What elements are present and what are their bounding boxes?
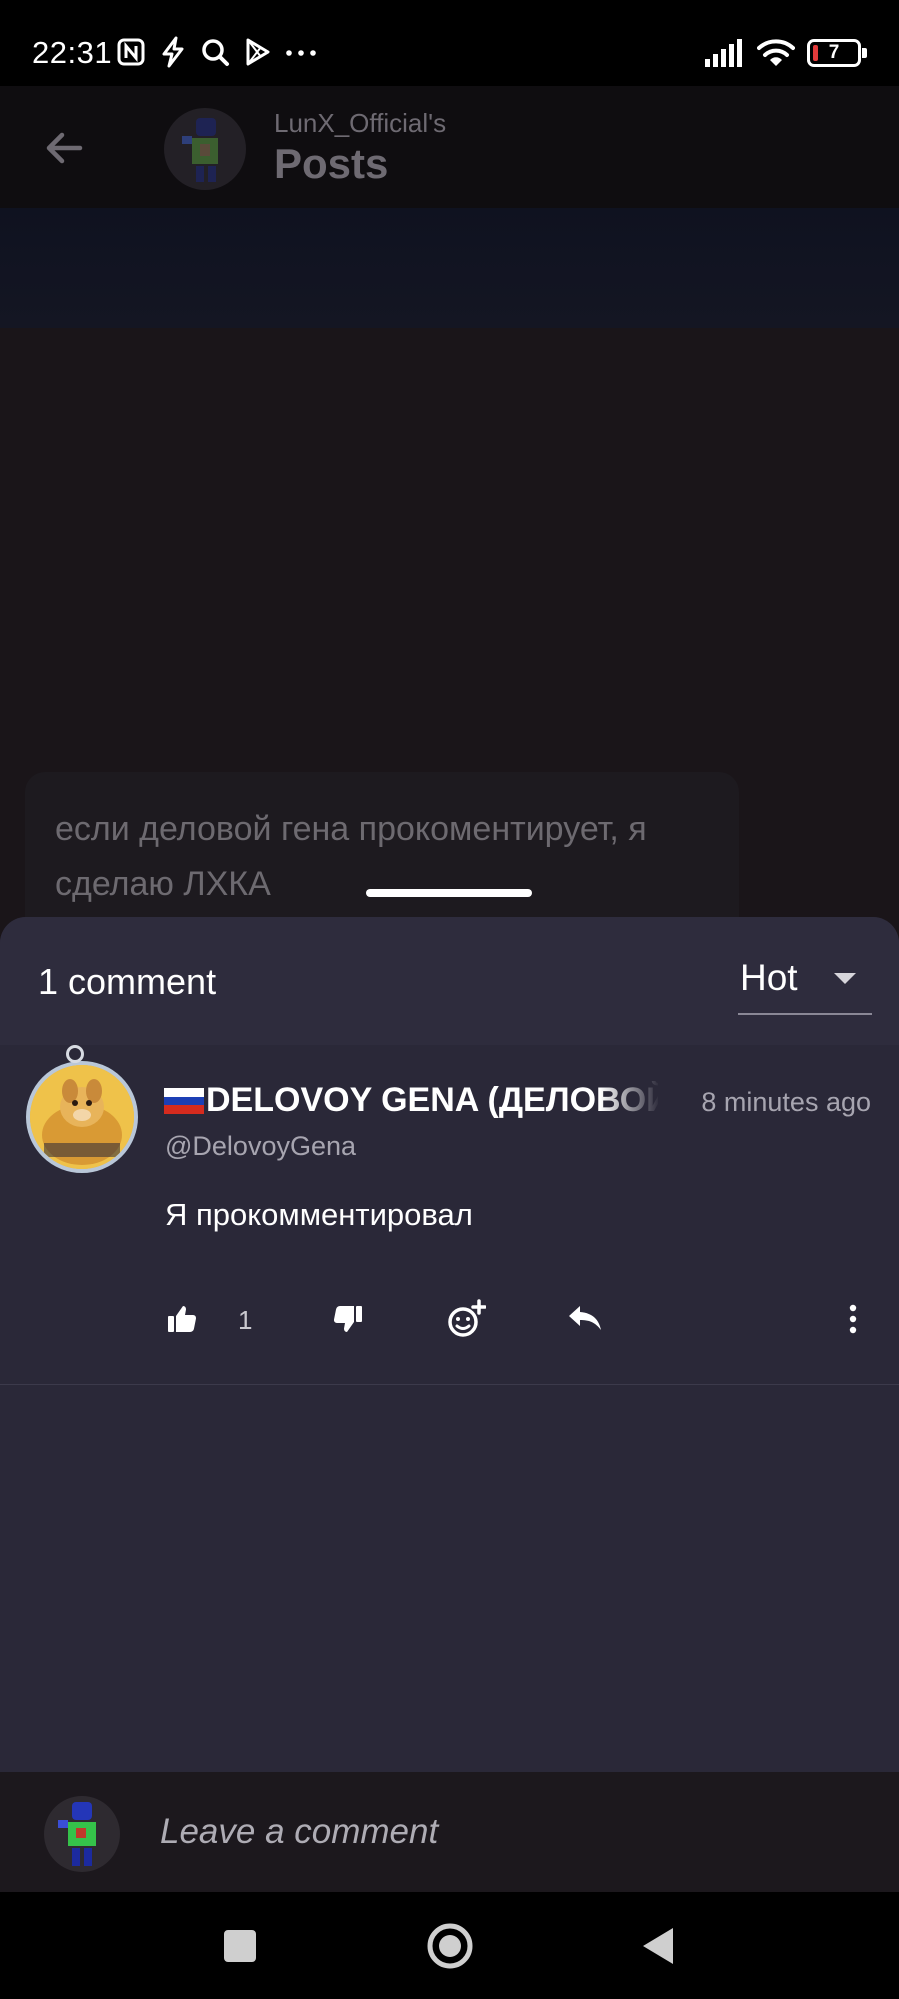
page-title: Posts — [274, 140, 389, 187]
more-dots-icon — [286, 50, 316, 56]
recents-button[interactable] — [220, 1892, 260, 1999]
back-nav-button[interactable] — [638, 1892, 678, 1999]
commenter-name[interactable]: DELOVOY GENA (ДЕЛОВОЙ ГЕНА) — [164, 1081, 658, 1120]
triangle-back-icon — [643, 1927, 673, 1964]
like-count: 1 — [238, 1305, 253, 1335]
more-options-button[interactable] — [848, 1289, 858, 1349]
home-circle-icon — [427, 1923, 473, 1968]
add-reaction-icon — [448, 1299, 486, 1337]
thumbs-down-icon — [333, 1305, 362, 1332]
status-notification-icons — [116, 34, 318, 70]
play-store-icon — [246, 38, 270, 66]
commenter-name-text: DELOVOY GENA (ДЕЛОВОЙ ГЕНА) — [206, 1081, 658, 1119]
avatar-character-icon — [30, 1065, 134, 1169]
battery-icon: 7 — [807, 39, 867, 67]
wifi-icon — [757, 39, 795, 66]
search-icon — [202, 39, 229, 66]
comment-text: Я прокомментировал — [165, 1197, 473, 1232]
sort-dropdown[interactable]: Hot — [738, 953, 872, 1015]
comment-actions: 1 — [0, 1289, 899, 1349]
comments-sheet: 1 comment Hot DELOVOY GENA (ДЕЛОВОЙ 8 mi… — [0, 917, 899, 1892]
like-button[interactable] — [166, 1289, 198, 1349]
system-nav-bar — [0, 1892, 899, 1999]
app-bar: LunX_Official's Posts — [0, 86, 899, 208]
nfc-icon — [117, 38, 145, 66]
commenter-handle[interactable]: @DelovoyGena — [165, 1131, 356, 1162]
add-reaction-button[interactable] — [446, 1289, 486, 1349]
reply-icon — [569, 1306, 601, 1330]
name-fade — [600, 1075, 660, 1123]
status-system-icons: 7 — [705, 38, 867, 68]
back-button[interactable] — [42, 126, 86, 175]
bolt-icon — [162, 36, 184, 68]
signal-icon — [705, 39, 742, 67]
comment-input-bar — [0, 1772, 899, 1892]
arrow-left-icon — [46, 132, 83, 164]
russia-flag-icon — [164, 1088, 204, 1114]
post-banner — [0, 208, 899, 328]
post-owner: LunX_Official's — [274, 108, 447, 138]
battery-level: 7 — [828, 42, 840, 63]
commenter-avatar[interactable] — [26, 1061, 138, 1173]
caret-down-icon — [834, 973, 856, 984]
more-vertical-icon — [849, 1304, 857, 1334]
status-bar: 22:31 7 — [0, 0, 899, 86]
avatar-figure-icon — [182, 118, 218, 182]
sort-selected: Hot — [740, 957, 798, 998]
reply-button[interactable] — [566, 1289, 604, 1349]
screen: 22:31 7 LunX_Official's Posts если делов… — [0, 0, 899, 1999]
thumbs-up-icon — [168, 1306, 197, 1333]
comment-count: 1 comment — [38, 961, 217, 1002]
status-time: 22:31 — [32, 35, 113, 70]
avatar-frame-badge — [66, 1045, 84, 1063]
comment-item: DELOVOY GENA (ДЕЛОВОЙ ГЕНА) 8 minutes ag… — [0, 1045, 899, 1385]
drag-handle[interactable] — [366, 889, 532, 897]
comment-input[interactable] — [160, 1802, 860, 1862]
my-avatar — [44, 1796, 120, 1872]
dislike-button[interactable] — [332, 1289, 364, 1349]
square-icon — [224, 1929, 256, 1962]
avatar-figure-icon — [58, 1802, 96, 1866]
profile-avatar[interactable] — [164, 108, 246, 190]
home-button[interactable] — [424, 1892, 476, 1999]
comment-timestamp: 8 minutes ago — [701, 1087, 871, 1117]
comments-header: 1 comment Hot — [0, 917, 899, 1045]
